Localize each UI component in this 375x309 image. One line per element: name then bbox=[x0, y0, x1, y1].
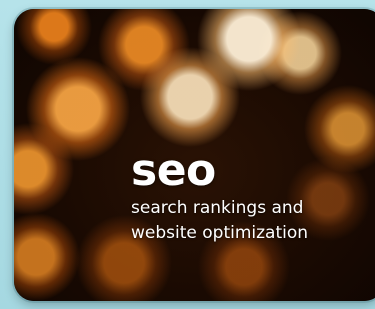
card-subtitle-line-2: website optimization bbox=[131, 223, 309, 243]
card-subtitle: search rankings and website optimization bbox=[131, 196, 308, 246]
seo-service-card[interactable]: seo search rankings and website optimiza… bbox=[14, 9, 375, 301]
card-title: seo bbox=[131, 145, 216, 196]
card-subtitle-line-1: search rankings and bbox=[131, 198, 304, 218]
page: seo search rankings and website optimiza… bbox=[0, 0, 375, 309]
card-caption: seo search rankings and website optimiza… bbox=[131, 148, 308, 246]
